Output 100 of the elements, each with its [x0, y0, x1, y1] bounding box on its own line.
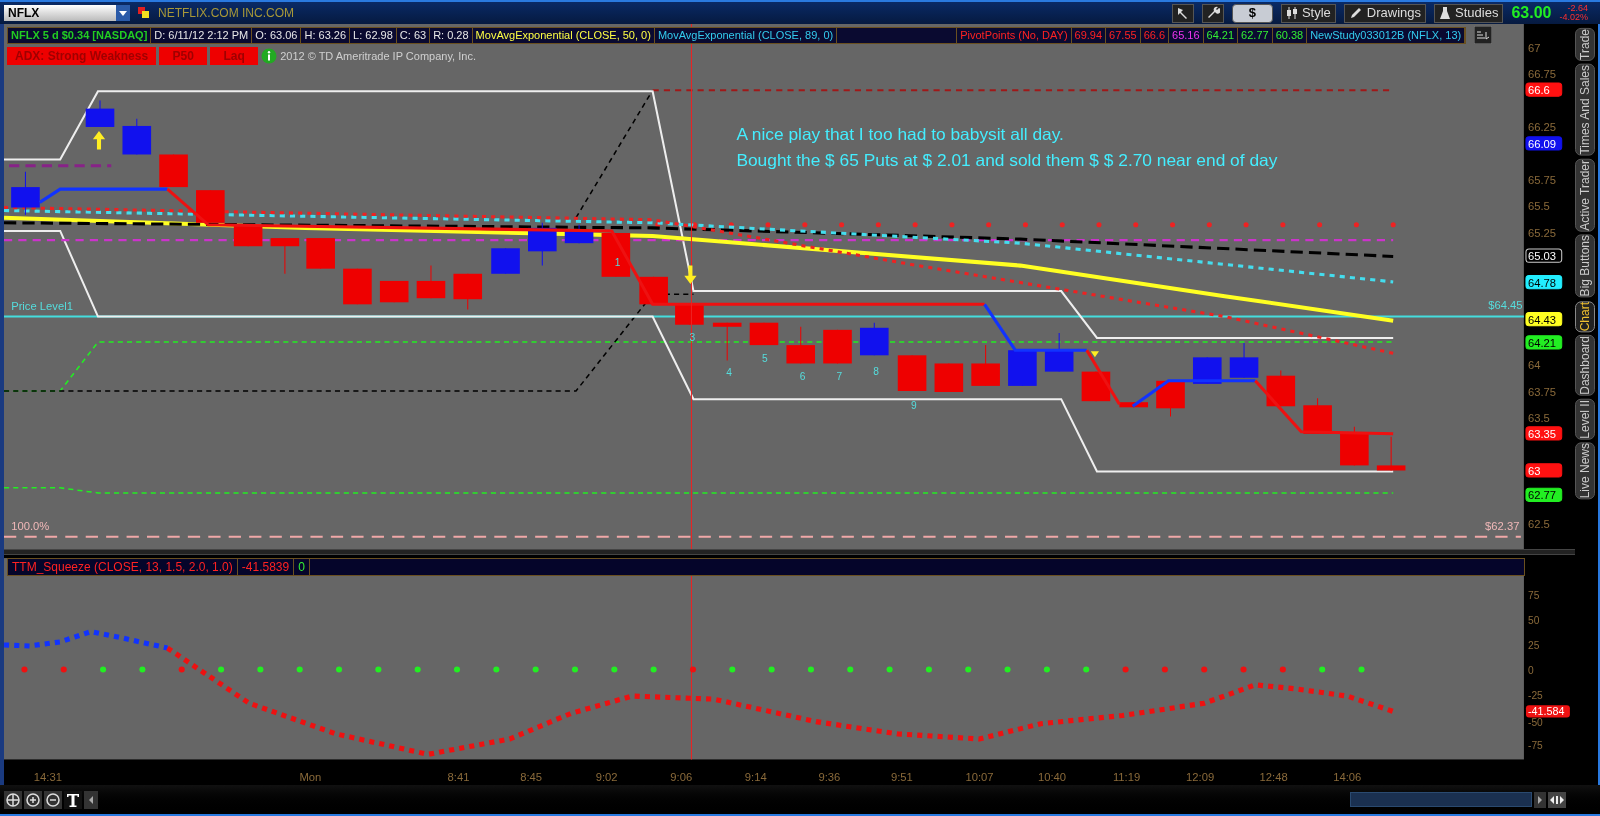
time-label: Mon [299, 770, 322, 783]
side-tab[interactable]: Big Buttons [1575, 234, 1595, 298]
squeeze-dot [257, 666, 264, 673]
squeeze-dot [139, 666, 146, 673]
squeeze-dot [296, 666, 303, 673]
axis-label: 75 [1528, 589, 1540, 601]
candlestick [823, 329, 852, 364]
squeeze-dot [965, 666, 972, 673]
squeeze-dot [1004, 666, 1011, 673]
pivot-dot [1280, 222, 1286, 228]
value-badge: -41.584 [1525, 705, 1570, 718]
candlestick [564, 224, 594, 244]
candlestick [1340, 426, 1369, 466]
time-label: 10:40 [1037, 770, 1067, 783]
axis-label: -25 [1528, 690, 1543, 702]
squeeze-dot [807, 666, 814, 673]
annotation-text: A nice play that I too had to babysit all day. [736, 124, 1064, 145]
squeeze-dot [493, 666, 500, 673]
pivot-dot [949, 222, 955, 228]
scroll-left-icon[interactable] [84, 790, 98, 809]
copyright-text: 2012 © TD Ameritrade IP Company, Inc. [280, 48, 476, 64]
side-tab[interactable]: Chart [1575, 300, 1595, 332]
price-badge: 63 [1525, 463, 1563, 478]
scroll-right-icon[interactable] [1534, 791, 1546, 808]
candlestick [196, 189, 225, 224]
pivot-dot [802, 222, 808, 228]
study-label: 62.77 [1238, 27, 1273, 44]
candlestick [1376, 436, 1406, 471]
candlestick [1119, 401, 1149, 408]
side-tab[interactable]: Active Trader [1575, 158, 1595, 232]
candlestick [1303, 397, 1332, 435]
side-tab[interactable]: Times And Sales [1575, 63, 1595, 156]
pivot-dot [1096, 222, 1102, 228]
text-tool-icon[interactable] [64, 790, 82, 809]
bar-count: 1 [614, 256, 621, 268]
squeeze-dot [1043, 666, 1050, 673]
crosshair-icon[interactable] [4, 790, 22, 809]
signal-label: P50 [159, 47, 208, 65]
side-tab[interactable]: Level II [1575, 398, 1595, 440]
info-icon[interactable] [261, 48, 278, 64]
candlestick [1229, 342, 1259, 379]
study-label: 60.38 [1272, 27, 1308, 44]
bar-count: 4 [726, 366, 732, 378]
zoom-in-icon[interactable] [24, 790, 42, 809]
price-badge: 64.43 [1525, 312, 1563, 327]
study-label: 66.6 [1140, 27, 1170, 44]
candlestick [1008, 349, 1037, 387]
squeeze-dot [178, 666, 185, 673]
dropdown-icon[interactable] [116, 5, 130, 21]
expand-icon[interactable] [1548, 791, 1566, 808]
last-price: 63.00 [1511, 3, 1552, 23]
study-label: R: 0.28 [430, 27, 473, 44]
price-badge: 66.09 [1525, 136, 1563, 151]
candlestick [971, 344, 1000, 387]
squeeze-dot [1122, 666, 1129, 673]
squeeze-dot [60, 666, 67, 673]
scrollbar-thumb[interactable] [1350, 792, 1532, 807]
link-squares-icon[interactable] [138, 7, 150, 19]
study-label: L: 62.98 [350, 27, 397, 44]
axis-label: 25 [1528, 640, 1540, 652]
candlestick [897, 354, 927, 392]
time-label: 9:51 [890, 770, 913, 783]
toolbar-button[interactable]: Drawings [1343, 3, 1427, 23]
study-label: 65.16 [1169, 27, 1204, 44]
side-tab[interactable]: Dashboard [1575, 334, 1595, 396]
chart-settings-icon[interactable] [1474, 26, 1492, 44]
toolbar-button[interactable]: Studies [1434, 3, 1504, 23]
toolbar-button[interactable]: Style [1280, 3, 1336, 23]
pivot-dot [986, 222, 992, 228]
time-label: 8:45 [520, 770, 542, 783]
squeeze-dot [1161, 666, 1168, 673]
currency-button[interactable]: $ [1231, 3, 1273, 23]
side-tab[interactable]: Live News [1575, 442, 1595, 500]
price-badge: 64.21 [1525, 335, 1563, 350]
candlestick [934, 362, 964, 393]
symbol-field[interactable]: NFLX [4, 5, 116, 21]
squeeze-dot [1083, 666, 1090, 673]
squeeze-dot [218, 666, 225, 673]
squeeze-dot [886, 666, 893, 673]
study-label: PivotPoints (No, DAY) [957, 27, 1072, 44]
down-triangle-icon [1090, 351, 1099, 358]
toolbar-button[interactable] [1171, 3, 1194, 23]
candlestick [159, 154, 188, 188]
squeeze-dot [1240, 666, 1247, 673]
axis-label: 65.5 [1528, 200, 1550, 213]
squeeze-dot [729, 666, 736, 673]
candlestick [343, 268, 372, 305]
bar-count: 8 [873, 365, 879, 377]
up-arrow-icon [92, 131, 106, 150]
price-level-value: $64.45 [1488, 299, 1523, 312]
pencil-icon [1348, 6, 1363, 20]
time-label: 14:06 [1333, 770, 1362, 783]
zoom-out-icon[interactable] [44, 790, 62, 809]
squeeze-dot [1201, 666, 1208, 673]
toolbar-button[interactable] [1201, 3, 1224, 23]
squeeze-dot [611, 666, 618, 673]
side-tab[interactable]: Trade [1575, 28, 1595, 61]
study-label: H: 63.26 [301, 27, 351, 44]
squeeze-dot [453, 666, 461, 673]
pivot-dot [1022, 222, 1028, 228]
